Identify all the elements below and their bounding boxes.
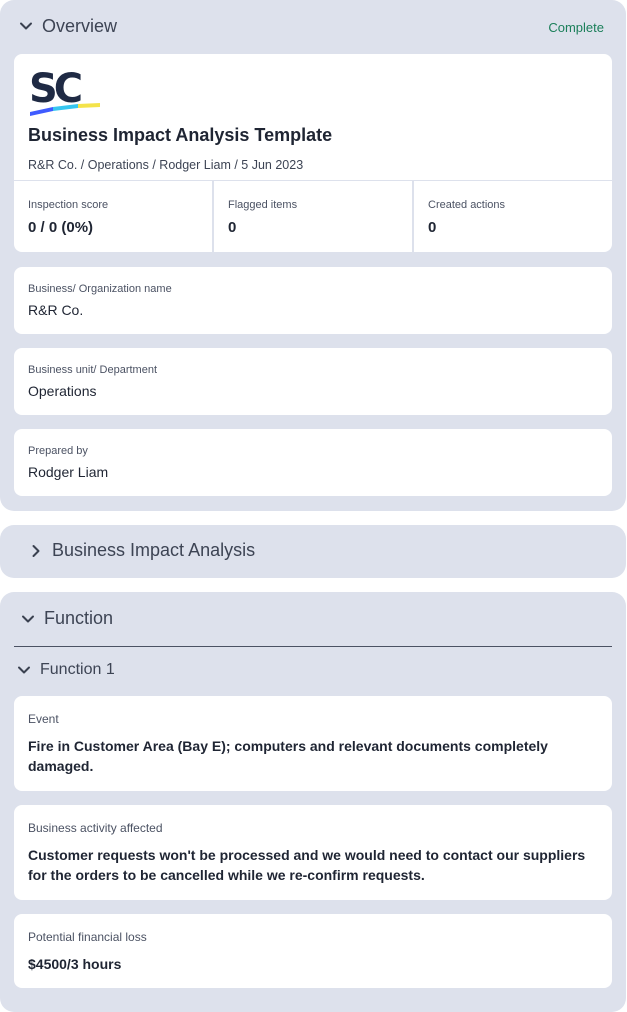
field-label: Prepared by [28, 445, 88, 457]
field-organization-name: Business/ Organization name R&R Co. [14, 267, 612, 334]
overview-header[interactable]: Overview [0, 15, 626, 37]
business-impact-analysis-section: Business Impact Analysis [0, 525, 626, 578]
business-impact-analysis-header[interactable]: Business Impact Analysis [0, 540, 626, 561]
document-title: Business Impact Analysis Template [28, 125, 333, 145]
function-1-header[interactable]: Function 1 [0, 660, 626, 680]
function-section: Function Function 1 Event Fire in Custom… [0, 592, 626, 1012]
question-answer: Customer requests won't be processed and… [28, 847, 586, 883]
stat-value: 0 / 0 (0%) [28, 219, 94, 236]
chevron-down-icon[interactable] [14, 660, 34, 680]
question-label: Event [28, 712, 59, 726]
stat-inspection-score: Inspection score 0 / 0 (0%) [14, 181, 214, 252]
question-event: Event Fire in Customer Area (Bay E); com… [14, 696, 612, 791]
question-answer: $4500/3 hours [28, 956, 122, 972]
stat-label: Created actions [428, 199, 506, 211]
overview-section: Overview Complete SC Business Impact Ana… [0, 0, 626, 511]
stat-label: Inspection score [28, 199, 109, 211]
question-business-activity-affected: Business activity affected Customer requ… [14, 805, 612, 900]
function-title: Function [44, 608, 114, 628]
question-label: Potential financial loss [28, 930, 147, 944]
chevron-down-icon[interactable] [18, 609, 38, 629]
stat-created-actions[interactable]: Created actions 0 [414, 181, 612, 252]
function-1-title: Function 1 [40, 661, 115, 678]
field-business-unit: Business unit/ Department Operations [14, 348, 612, 415]
field-value: Operations [28, 383, 97, 399]
overview-summary-card: SC Business Impact Analysis Template R&R… [14, 54, 612, 252]
question-potential-financial-loss: Potential financial loss $4500/3 hours [14, 914, 612, 988]
overview-title: Overview [42, 15, 118, 36]
divider [14, 646, 612, 647]
function-header[interactable]: Function [0, 608, 626, 629]
stat-value: 0 [228, 219, 237, 236]
field-label: Business unit/ Department [28, 364, 158, 376]
field-value: R&R Co. [28, 302, 84, 318]
chevron-down-icon[interactable] [16, 16, 36, 36]
business-impact-analysis-title: Business Impact Analysis [52, 540, 256, 560]
chevron-right-icon[interactable] [26, 541, 46, 561]
stat-flagged-items[interactable]: Flagged items 0 [214, 181, 414, 252]
question-answer: Fire in Customer Area (Bay E); computers… [28, 738, 548, 774]
status-badge: Complete [548, 20, 604, 35]
field-prepared-by: Prepared by Rodger Liam [14, 429, 612, 496]
document-meta: R&R Co. / Operations / Rodger Liam / 5 J… [28, 158, 304, 172]
safetyculture-logo: SC [29, 66, 100, 116]
question-label: Business activity affected [28, 821, 163, 835]
stat-value: 0 [428, 219, 437, 236]
stats-row: Inspection score 0 / 0 (0%) Flagged item… [14, 180, 612, 252]
field-label: Business/ Organization name [28, 283, 172, 295]
stat-label: Flagged items [228, 199, 298, 211]
field-value: Rodger Liam [28, 464, 109, 480]
